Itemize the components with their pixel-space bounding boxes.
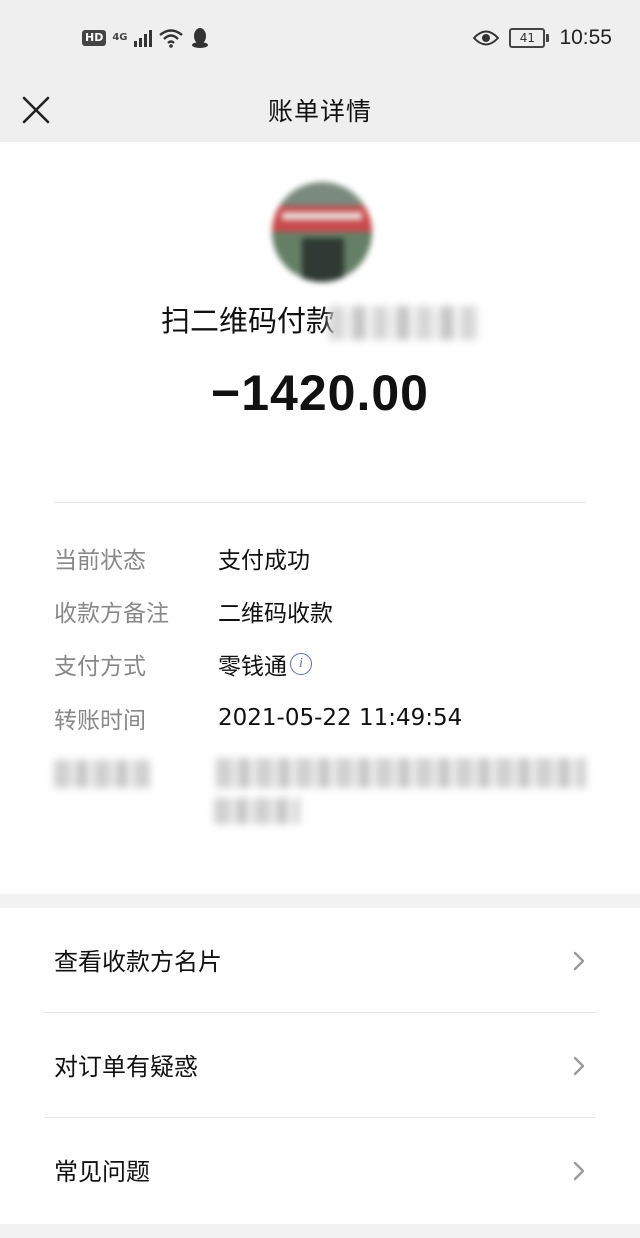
hd-badge: HD <box>82 30 107 46</box>
redacted-merchant-name <box>329 306 479 340</box>
battery-level: 41 <box>509 28 546 48</box>
redacted-row-label <box>54 760 150 788</box>
row-value-wrap: 零钱通 i <box>218 647 312 681</box>
menu-item-label: 查看收款方名片 <box>54 948 222 976</box>
row-label: 转账时间 <box>54 708 146 734</box>
chevron-right-icon <box>573 1161 585 1181</box>
bill-detail-card: 扫二维码付款 −1420.00 当前状态 支付成功 收款方备注 二维码收款 支付… <box>0 142 640 894</box>
row-label: 收款方备注 <box>54 601 169 627</box>
amount: −1420.00 <box>211 365 429 421</box>
wifi-icon <box>158 29 183 48</box>
row-value: 支付成功 <box>218 548 310 574</box>
network-label: 4G <box>112 32 128 43</box>
action-menu: 查看收款方名片 对订单有疑惑 常见问题 <box>0 908 640 1224</box>
redacted-order-number <box>216 758 586 788</box>
qq-icon <box>191 28 208 48</box>
row-value: 二维码收款 <box>218 601 333 627</box>
battery-icon: 41 <box>509 28 550 48</box>
faq-item[interactable]: 常见问题 <box>0 1118 640 1222</box>
merchant-label: 扫二维码付款 <box>160 304 335 338</box>
view-payee-card-item[interactable]: 查看收款方名片 <box>0 908 640 1012</box>
payment-method-value: 零钱通 <box>218 654 287 680</box>
merchant-avatar <box>272 182 372 282</box>
chevron-right-icon <box>573 1056 585 1076</box>
order-question-item[interactable]: 对订单有疑惑 <box>0 1013 640 1117</box>
row-label: 支付方式 <box>54 654 146 680</box>
transfer-time-row: 转账时间 2021-05-22 11:49:54 <box>54 698 586 738</box>
page-title: 账单详情 <box>267 97 372 126</box>
status-left: HD 4G <box>82 26 210 50</box>
nav-bar: 账单详情 <box>0 78 640 142</box>
eye-icon <box>473 30 500 46</box>
payee-note-row: 收款方备注 二维码收款 <box>54 591 586 631</box>
payment-method-row: 支付方式 零钱通 i <box>54 644 586 684</box>
menu-item-label: 常见问题 <box>54 1158 150 1186</box>
signal-icon <box>133 29 152 47</box>
chevron-right-icon <box>573 951 585 971</box>
info-icon[interactable]: i <box>290 653 312 675</box>
row-value: 2021-05-22 11:49:54 <box>218 705 463 731</box>
divider <box>54 502 586 503</box>
row-label: 当前状态 <box>54 548 146 574</box>
clock: 10:55 <box>559 26 612 49</box>
status-row: 当前状态 支付成功 <box>54 538 586 578</box>
redacted-order-number-cont <box>214 798 300 824</box>
status-bar: HD 4G 41 10:55 <box>0 0 640 78</box>
menu-item-label: 对订单有疑惑 <box>54 1053 198 1081</box>
merchant-line: 扫二维码付款 <box>0 298 640 340</box>
status-right: 41 10:55 <box>473 24 612 52</box>
